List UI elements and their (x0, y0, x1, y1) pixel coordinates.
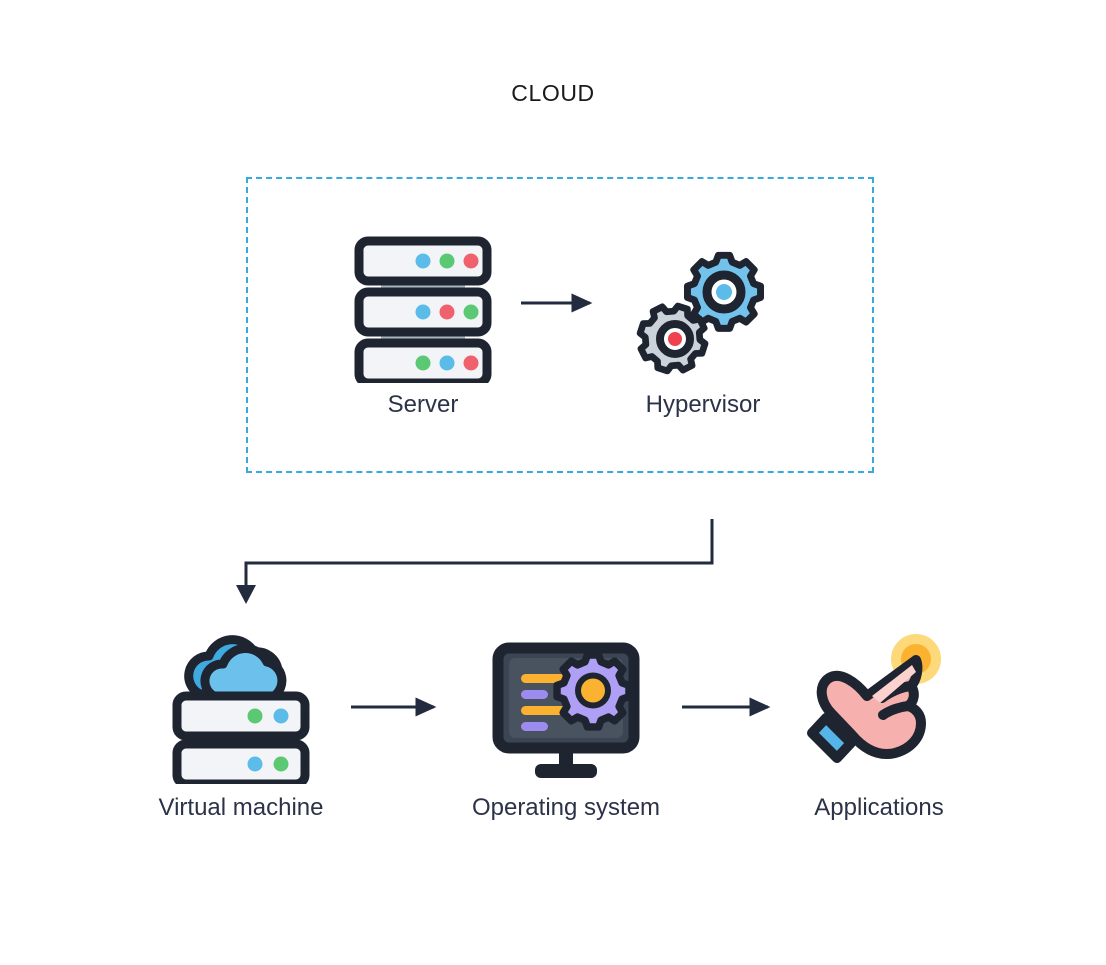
node-label-operating-system: Operating system (471, 794, 661, 821)
tap-hand-icon (804, 634, 954, 784)
node-hypervisor[interactable]: Hypervisor (603, 233, 803, 419)
node-label-virtual-machine: Virtual machine (158, 794, 324, 821)
node-operating-system[interactable]: Operating system (466, 634, 666, 822)
server-rack-icon (348, 233, 498, 383)
node-applications[interactable]: Applications (779, 634, 979, 822)
page-title: CLOUD (511, 80, 595, 106)
node-server[interactable]: Server (323, 233, 523, 419)
node-label-hypervisor: Hypervisor (645, 391, 761, 418)
node-label-server: Server (387, 391, 459, 418)
monitor-gear-icon (491, 634, 641, 784)
node-virtual-machine[interactable]: Virtual machine (141, 634, 341, 822)
arrow-hypervisor-to-virtual-machine (236, 519, 714, 604)
gears-icon (628, 233, 778, 383)
node-label-applications: Applications (814, 794, 944, 821)
diagram-canvas: CLOUD Server Hypervisor Virtual machine … (0, 0, 1106, 965)
cloud-server-icon (166, 634, 316, 784)
